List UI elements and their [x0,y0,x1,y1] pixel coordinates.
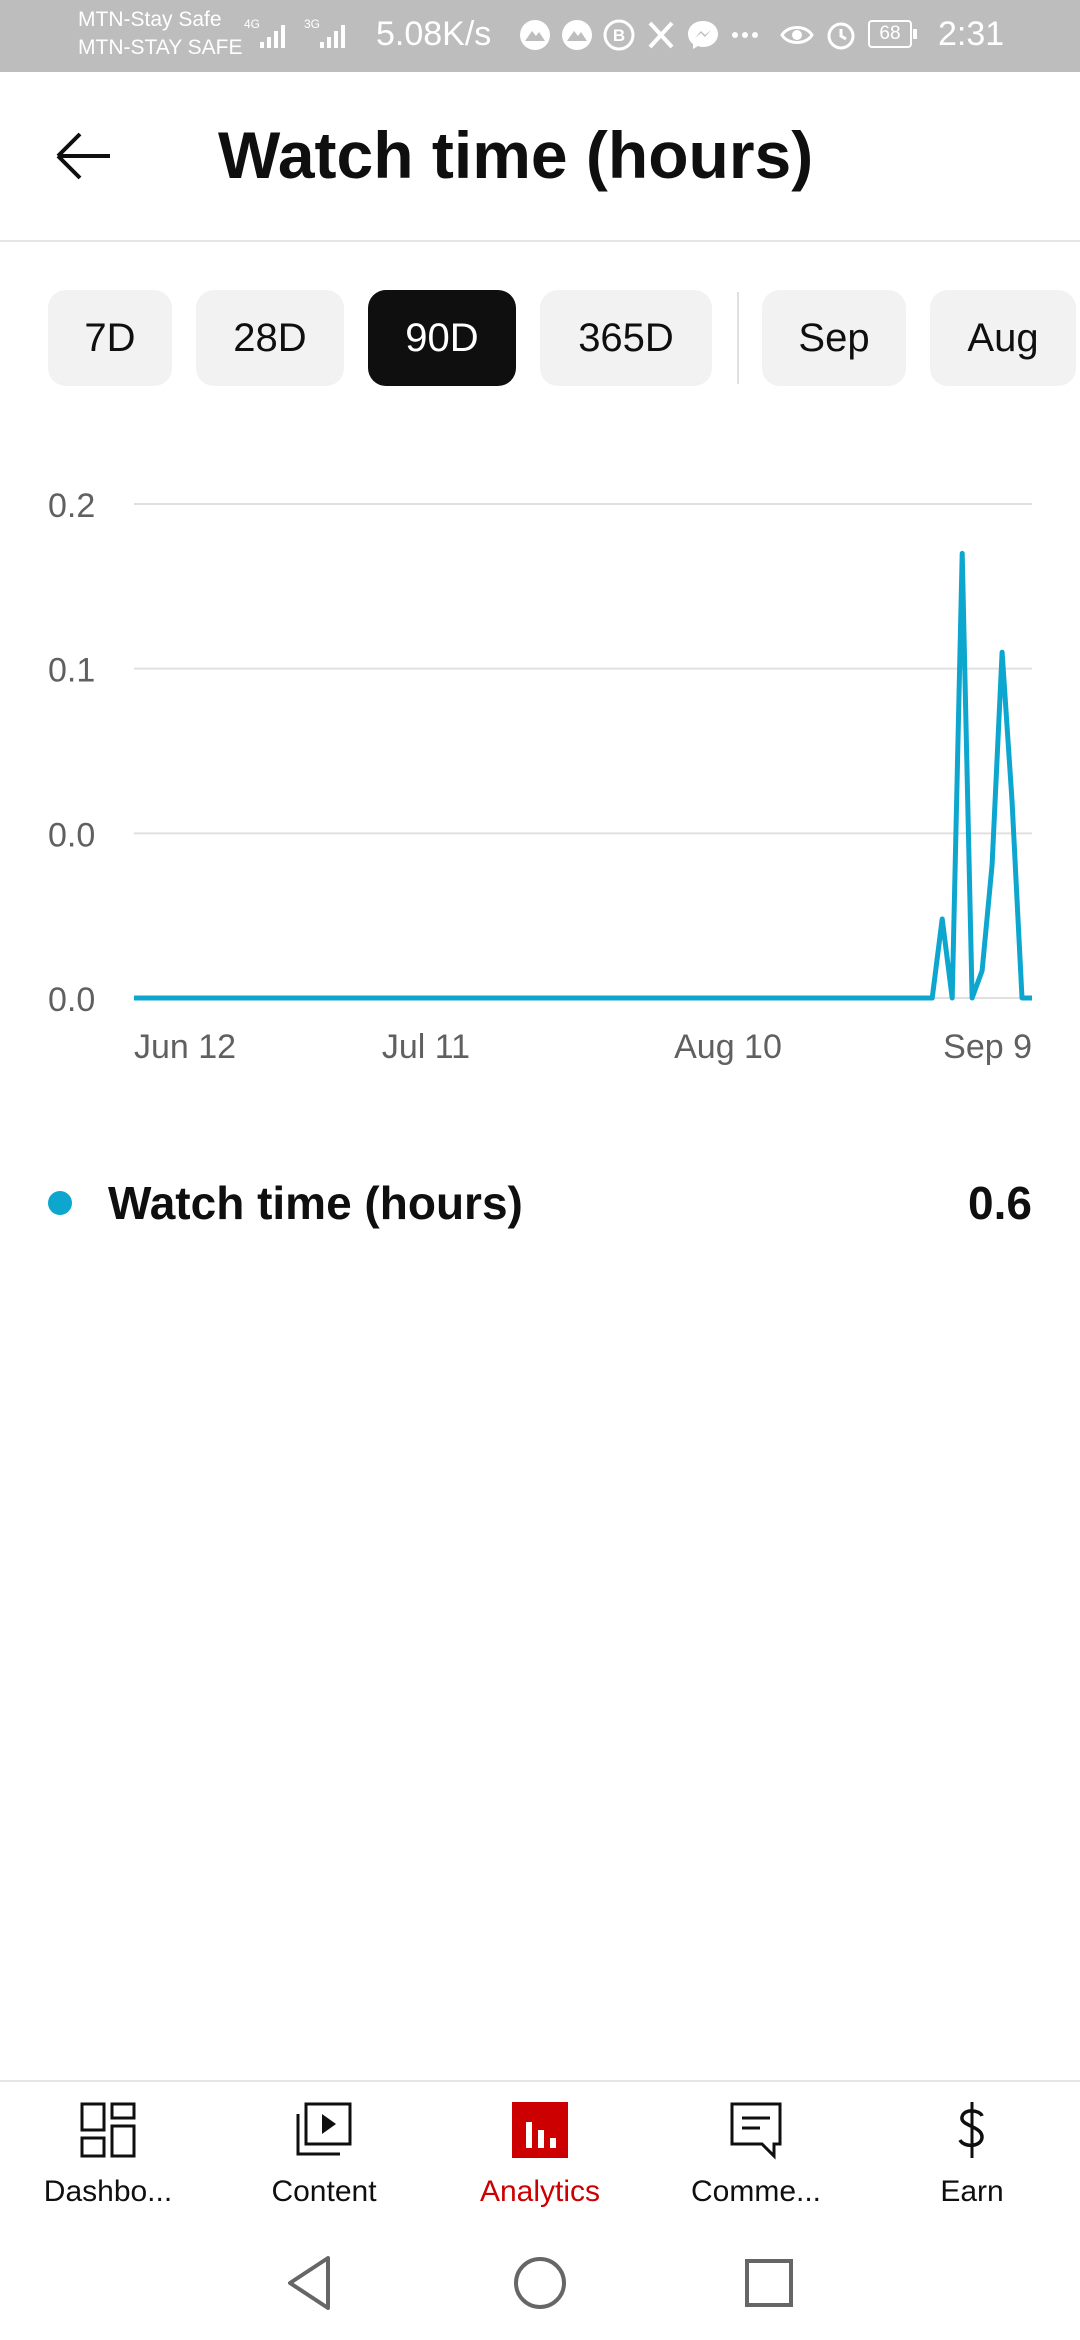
recents-square-icon[interactable] [734,2248,804,2318]
carrier-info: MTN-Stay Safe MTN-STAY SAFE [78,6,243,62]
nav-content-label: Content [271,2175,377,2208]
comments-icon [730,2102,782,2160]
clock: 2:31 [938,15,1005,53]
chip-7d[interactable]: 7D [48,290,172,386]
dashboard-icon [80,2102,136,2158]
x-axis-ticks: Jun 12 Jul 11 Aug 10 Sep 9 [134,1028,1032,1066]
carrier-1: MTN-Stay Safe [78,8,222,31]
y-axis-ticks: 0.0 0.0 0.1 0.2 [48,487,95,1019]
signal-icon: 3G [304,17,345,48]
y-tick-label: 0.1 [48,652,95,690]
page-title: Watch time (hours) [218,118,814,192]
svg-text:B: B [613,26,625,45]
chip-sep[interactable]: Sep [762,290,906,386]
chip-90d[interactable]: 90D [368,290,516,386]
status-bar: MTN-Stay Safe MTN-STAY SAFE 4G 3G 5.08K/… [0,0,1080,72]
chart-legend: Watch time (hours) 0.6 [0,1170,1080,1236]
legend-dot [48,1191,72,1215]
messenger-icon [688,21,718,49]
nav-analytics[interactable]: Analytics [432,2082,648,2226]
date-range-chips: 7D 28D 90D 365D Sep Aug [0,290,1080,386]
x-tick-label: Aug 10 [674,1028,782,1066]
legend-label: Watch time (hours) [108,1177,523,1229]
nav-dashboard-label: Dashbo... [43,2175,173,2208]
signal-icon: 4G [244,17,285,48]
content-icon [296,2102,352,2156]
carrier-2: MTN-STAY SAFE [78,36,243,59]
chip-aug[interactable]: Aug [930,290,1076,386]
nav-dashboard[interactable]: Dashbo... [0,2082,216,2226]
chart-grid [134,503,1032,999]
chip-divider [737,292,739,384]
bottom-nav: Dashbo... Content Analytics Comme... Ear… [0,2080,1080,2226]
nav-earn-label: Earn [940,2175,1004,2208]
y-tick-label: 0.0 [48,816,95,854]
earn-icon [958,2102,984,2158]
network-speed: 5.08K/s [376,15,492,53]
x-tick-label: Sep 9 [943,1028,1032,1066]
app-header: Watch time (hours) [0,72,1080,242]
series-line-watch-time [134,550,1032,1001]
battery-icon: 68 [868,20,917,48]
b-app-icon: B [603,19,635,51]
system-nav-bar [0,2224,1080,2340]
back-triangle-icon[interactable] [274,2248,344,2318]
alarm-icon [827,22,855,50]
x-tick-label: Jul 11 [382,1028,470,1066]
home-circle-icon[interactable] [505,2248,575,2318]
back-arrow-icon[interactable] [48,126,118,186]
chip-28d[interactable]: 28D [196,290,344,386]
nav-analytics-label: Analytics [479,2175,601,2208]
analytics-icon [512,2102,568,2158]
nav-comments[interactable]: Comme... [648,2082,864,2226]
x-icon [648,21,674,49]
legend-total-value: 0.6 [968,1177,1032,1229]
eye-icon [780,26,814,44]
nav-content[interactable]: Content [216,2082,432,2226]
nav-earn[interactable]: Earn [864,2082,1080,2226]
x-tick-label: Jun 12 [134,1028,236,1066]
net-2-label: 3G [304,17,320,31]
y-tick-label: 0.2 [48,487,95,525]
net-1-label: 4G [244,17,260,31]
mountain-app-icon [562,20,592,50]
watch-time-chart: 0.0 0.0 0.1 0.2 Jun 12 Jul 11 Aug 10 Sep 9 [48,487,1032,1066]
more-icon [732,32,758,38]
y-tick-label: 0.0 [48,981,95,1019]
chip-365d[interactable]: 365D [540,290,712,386]
nav-comments-label: Comme... [690,2175,822,2208]
mountain-app-icon [520,20,550,50]
